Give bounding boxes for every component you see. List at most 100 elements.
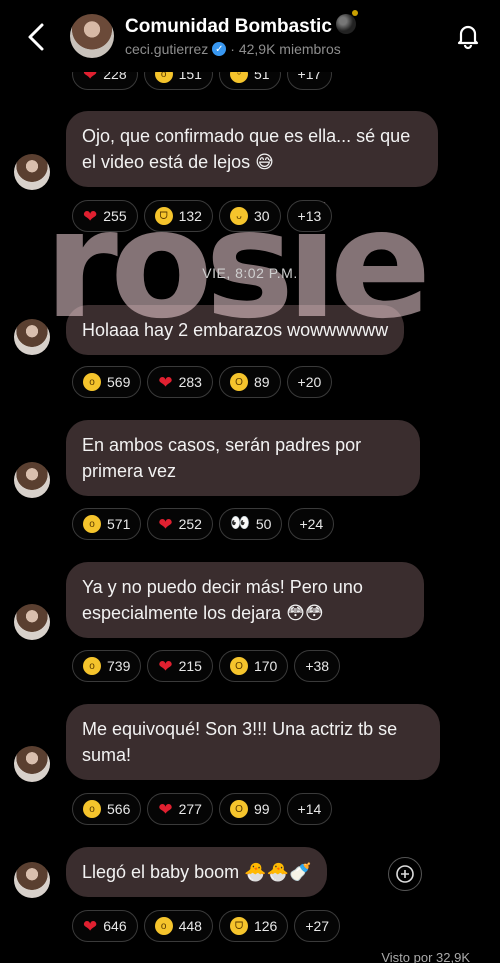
message-text: Llegó el baby boom 🐣🐣🍼 [82,862,312,882]
reaction-pill[interactable]: ᗜ 132 [143,200,213,232]
reaction-pill[interactable]: ❤ 277 [147,793,213,825]
eyes-icon: 👀 [229,515,250,532]
chevron-left-icon [28,23,44,51]
sender-avatar[interactable] [14,462,50,498]
verified-icon: ✓ [212,42,227,56]
reaction-count: 739 [107,658,131,674]
reactions-row: o 739 ❤ 215 O 170 +38 [72,650,341,682]
reaction-pill[interactable]: O 170 [218,650,289,682]
reaction-count: +14 [297,801,322,817]
reaction-pill[interactable]: ❤ 252 [147,508,213,540]
message-bubble[interactable]: En ambos casos, serán padres por primera… [66,420,420,496]
member-count: · 42,9K miembros [230,41,341,57]
message-text: Ya y no puedo decir más! Pero uno especi… [82,577,363,623]
reaction-count: 126 [253,918,278,934]
reaction-count: 571 [107,516,131,532]
reactions-row: o 571 ❤ 252 👀 50 +24 [72,508,335,540]
reaction-pill[interactable]: ❤ 215 [147,650,213,682]
reaction-count: 566 [107,801,131,817]
sender-avatar[interactable] [14,746,50,782]
reaction-pill[interactable]: ❤ 283 [147,366,213,398]
seen-by-label: Visto por 32,9K [381,950,470,963]
heart-icon: ❤ [158,799,173,819]
time-separator: VIE, 8:02 P.M. [202,265,298,281]
reaction-pill[interactable]: 👀 50 [218,508,283,540]
reactions-row: ❤ 646 o 448 ᗜ 126 +27 [72,910,341,942]
reaction-count: 89 [253,374,270,390]
reaction-more[interactable]: +24 [288,508,335,540]
message-text: En ambos casos, serán padres por primera… [82,435,362,481]
message-bubble[interactable]: Llegó el baby boom 🐣🐣🍼 [66,847,328,897]
reaction-count: 132 [178,208,202,224]
reaction-more[interactable]: +14 [286,793,333,825]
reaction-pill[interactable]: ᴗ 30 [218,200,281,232]
reactions-row: o 566 ❤ 277 O 99 +14 [72,793,333,825]
reaction-count: +38 [305,658,330,674]
message-bubble[interactable]: Ojo, que confirmado que es ella... sé qu… [66,111,438,187]
reaction-pill[interactable]: o 566 [72,793,142,825]
reaction-pill[interactable]: O 99 [218,793,281,825]
reaction-count: 30 [253,208,270,224]
reaction-more[interactable]: +20 [286,366,333,398]
surprised-face-icon: o [83,515,101,533]
surprised-face-icon: o [83,800,101,818]
reaction-count: 283 [178,374,202,390]
reaction-count: +13 [297,208,322,224]
screaming-face-icon: O [229,800,248,818]
reaction-pill[interactable]: o 739 [72,650,142,682]
bomb-icon [335,10,358,34]
bell-icon [457,25,479,50]
channel-subtitle: ceci.gutierrez ✓ · 42,9K miembros [125,41,341,57]
notifications-button[interactable] [454,22,482,50]
reaction-count: +27 [305,918,330,934]
message-text: Ojo, que confirmado que es ella... sé qu… [82,126,411,172]
channel-title-text: Comunidad Bombastic [125,16,332,37]
reaction-count: 99 [253,801,270,817]
reaction-pill[interactable]: ❤ 255 [72,200,138,232]
reaction-count: 448 [178,918,202,934]
reaction-more[interactable]: +27 [294,910,341,942]
heart-icon: ❤ [158,656,173,676]
reaction-count: 569 [107,374,131,390]
reaction-pill[interactable]: ᗜ 126 [218,910,289,942]
channel-avatar[interactable] [70,14,114,58]
back-button[interactable] [22,22,50,52]
reaction-count: +24 [299,516,324,532]
laughing-face-icon: ᗜ [229,917,248,935]
reaction-count: 255 [103,208,127,224]
reaction-pill[interactable]: ❤ 646 [72,910,138,942]
heart-icon: ❤ [158,372,173,392]
surprised-face-icon: o [83,657,101,675]
chat-header: Comunidad Bombastic ceci.gutierrez ✓ · 4… [0,0,500,72]
reactions-row: o 569 ❤ 283 O 89 +20 [72,366,333,398]
reaction-count: +20 [297,374,322,390]
add-reaction-icon [396,865,414,883]
add-reaction-button[interactable] [388,857,422,891]
screaming-face-icon: O [229,373,248,391]
reaction-more[interactable]: +38 [294,650,341,682]
reaction-pill[interactable]: O 89 [218,366,281,398]
surprised-face-icon: o [83,373,101,391]
reaction-more[interactable]: +13 [286,200,333,232]
reaction-pill[interactable]: o 571 [72,508,142,540]
message-bubble[interactable]: Me equivoqué! Son 3!!! Una actriz tb se … [66,704,440,780]
reaction-pill[interactable]: o 569 [72,366,142,398]
screaming-face-icon: O [229,657,248,675]
reaction-count: 215 [178,658,202,674]
reaction-count: 170 [253,658,278,674]
surprised-face-icon: o [154,917,173,935]
laughing-face-icon: ᗜ [154,207,173,225]
channel-username: ceci.gutierrez [125,41,209,57]
reaction-pill[interactable]: o 448 [143,910,213,942]
sender-avatar[interactable] [14,862,50,898]
message-bubble[interactable]: Ya y no puedo decir más! Pero uno especi… [66,562,424,638]
reactions-row: ❤ 255 ᗜ 132 ᴗ 30 +13 [72,200,333,232]
channel-title[interactable]: Comunidad Bombastic [125,10,358,38]
reaction-count: 50 [255,516,272,532]
heart-icon: ❤ [83,206,98,226]
sender-avatar[interactable] [14,604,50,640]
reaction-count: 252 [178,516,202,532]
message-text: Me equivoqué! Son 3!!! Una actriz tb se … [82,719,398,765]
reaction-count: 646 [103,918,127,934]
heart-icon: ❤ [158,514,173,534]
